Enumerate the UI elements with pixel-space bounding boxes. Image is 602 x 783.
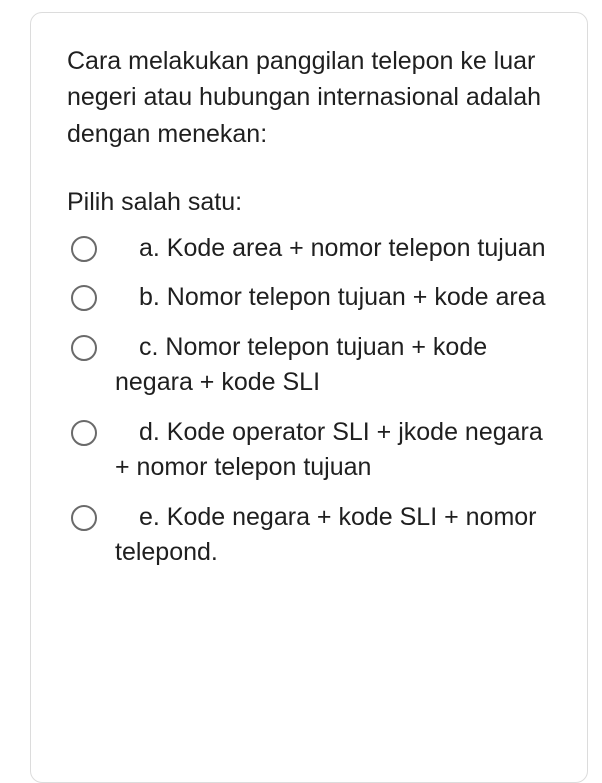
option-c[interactable]: c. Nomor telepon tujuan + kode negara + … [67,330,551,401]
option-label: b. Nomor telepon tujuan + kode area [115,280,546,316]
question-card: Cara melakukan panggilan telepon ke luar… [30,12,588,783]
radio-icon[interactable] [71,505,97,531]
option-b[interactable]: b. Nomor telepon tujuan + kode area [67,280,551,316]
option-label: e. Kode negara + kode SLI + nomor telepo… [115,500,551,571]
option-label: a. Kode area + nomor telepon tujuan [115,231,546,267]
options-list: a. Kode area + nomor telepon tujuan b. N… [67,231,551,571]
option-d[interactable]: d. Kode operator SLI + jkode negara + no… [67,415,551,486]
option-label: d. Kode operator SLI + jkode negara + no… [115,415,551,486]
option-e[interactable]: e. Kode negara + kode SLI + nomor telepo… [67,500,551,571]
radio-icon[interactable] [71,420,97,446]
radio-icon[interactable] [71,335,97,361]
instruction-text: Pilih salah satu: [67,188,551,217]
option-a[interactable]: a. Kode area + nomor telepon tujuan [67,231,551,267]
option-label: c. Nomor telepon tujuan + kode negara + … [115,330,551,401]
radio-icon[interactable] [71,285,97,311]
question-text: Cara melakukan panggilan telepon ke luar… [67,43,551,152]
radio-icon[interactable] [71,236,97,262]
